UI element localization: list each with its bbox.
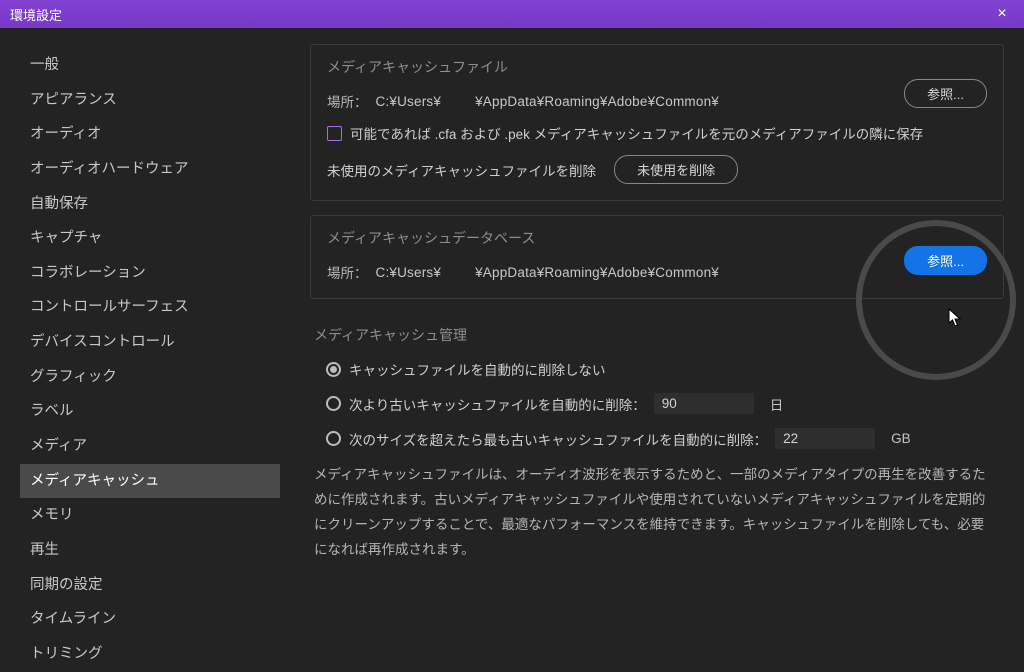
section-media-cache-files: メディアキャッシュファイル 参照... 場所： C:¥Users¥¥AppDat… bbox=[310, 44, 1004, 201]
sidebar-item-14[interactable]: 再生 bbox=[20, 533, 280, 568]
sidebar-item-2[interactable]: オーディオ bbox=[20, 117, 280, 152]
days-input[interactable] bbox=[654, 393, 754, 414]
mgmt-description: メディアキャッシュファイルは、オーディオ波形を表示するためと、一部のメディアタイ… bbox=[314, 463, 988, 563]
section-title: メディアキャッシュ管理 bbox=[314, 325, 988, 345]
size-input[interactable] bbox=[775, 428, 875, 449]
sidebar-item-3[interactable]: オーディオハードウェア bbox=[20, 152, 280, 187]
radio-label: 次より古いキャッシュファイルを自動的に削除： bbox=[349, 394, 646, 414]
sidebar-item-9[interactable]: グラフィック bbox=[20, 360, 280, 395]
save-next-to-media-checkbox[interactable] bbox=[327, 126, 342, 141]
unit-days: 日 bbox=[770, 394, 784, 414]
delete-unused-label: 未使用のメディアキャッシュファイルを削除 bbox=[327, 160, 596, 180]
section-title: メディアキャッシュファイル bbox=[327, 57, 987, 77]
sidebar-item-1[interactable]: アピアランス bbox=[20, 83, 280, 118]
location-label: 場所： bbox=[327, 262, 368, 282]
browse-button-cache-files[interactable]: 参照... bbox=[904, 79, 987, 108]
sidebar-item-4[interactable]: 自動保存 bbox=[20, 187, 280, 222]
radio-no-auto-delete[interactable] bbox=[326, 362, 341, 377]
location-path: C:¥Users¥¥AppData¥Roaming¥Adobe¥Common¥ bbox=[376, 94, 719, 109]
sidebar-item-13[interactable]: メモリ bbox=[20, 498, 280, 533]
sidebar-item-16[interactable]: タイムライン bbox=[20, 602, 280, 637]
browse-button-cache-db[interactable]: 参照... bbox=[904, 246, 987, 275]
location-label: 場所： bbox=[327, 91, 368, 111]
unit-gb: GB bbox=[891, 431, 911, 446]
delete-unused-button[interactable]: 未使用を削除 bbox=[614, 155, 738, 184]
sidebar-item-15[interactable]: 同期の設定 bbox=[20, 568, 280, 603]
section-title: メディアキャッシュデータベース bbox=[327, 228, 987, 248]
section-media-cache-mgmt: メディアキャッシュ管理 キャッシュファイルを自動的に削除しない 次より古いキャッ… bbox=[310, 313, 1004, 576]
sidebar: 一般アピアランスオーディオオーディオハードウェア自動保存キャプチャコラボレーショ… bbox=[0, 28, 280, 576]
sidebar-item-5[interactable]: キャプチャ bbox=[20, 221, 280, 256]
radio-label: 次のサイズを超えたら最も古いキャッシュファイルを自動的に削除： bbox=[349, 429, 767, 449]
window-title: 環境設定 bbox=[10, 5, 62, 24]
titlebar: 環境設定 × bbox=[0, 0, 1024, 28]
sidebar-item-10[interactable]: ラベル bbox=[20, 394, 280, 429]
radio-delete-older-than[interactable] bbox=[326, 396, 341, 411]
sidebar-item-17[interactable]: トリミング bbox=[20, 637, 280, 672]
close-icon[interactable]: × bbox=[982, 0, 1022, 28]
section-media-cache-db: メディアキャッシュデータベース 参照... 場所： C:¥Users¥¥AppD… bbox=[310, 215, 1004, 299]
location-path: C:¥Users¥¥AppData¥Roaming¥Adobe¥Common¥ bbox=[376, 265, 719, 280]
checkbox-label: 可能であれば .cfa および .pek メディアキャッシュファイルを元のメディ… bbox=[350, 123, 923, 143]
sidebar-item-7[interactable]: コントロールサーフェス bbox=[20, 290, 280, 325]
sidebar-item-11[interactable]: メディア bbox=[20, 429, 280, 464]
radio-delete-over-size[interactable] bbox=[326, 431, 341, 446]
radio-label: キャッシュファイルを自動的に削除しない bbox=[349, 359, 606, 379]
sidebar-item-6[interactable]: コラボレーション bbox=[20, 256, 280, 291]
sidebar-item-8[interactable]: デバイスコントロール bbox=[20, 325, 280, 360]
sidebar-item-0[interactable]: 一般 bbox=[20, 48, 280, 83]
sidebar-item-12[interactable]: メディアキャッシュ bbox=[20, 464, 280, 499]
